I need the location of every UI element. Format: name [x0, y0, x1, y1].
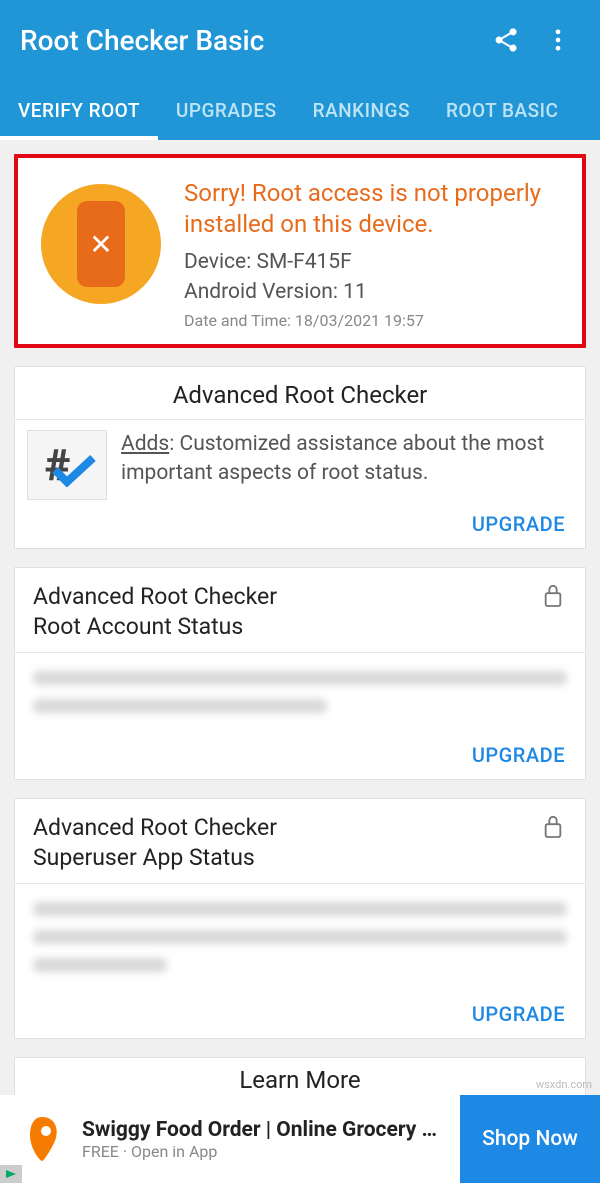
learn-more-label: Learn More: [239, 1058, 360, 1094]
app-title: Root Checker Basic: [20, 24, 476, 57]
advanced-checker-title: Advanced Root Checker: [15, 367, 585, 420]
tab-bar: VERIFY ROOT UPGRADES RANKINGS ROOT BASIC: [0, 80, 600, 140]
ad-text: Swiggy Food Order | Online Grocery … FRE…: [72, 1118, 460, 1161]
root-account-header: Advanced Root Checker Root Account Statu…: [15, 568, 585, 653]
ad-title: Swiggy Food Order | Online Grocery …: [82, 1118, 450, 1142]
content-area: ✕ Sorry! Root access is not properly ins…: [0, 140, 600, 1113]
ad-shop-now-button[interactable]: Shop Now: [460, 1095, 600, 1183]
app-bar: Root Checker Basic: [0, 0, 600, 80]
root-account-blurred: [15, 653, 585, 737]
superuser-blurred: [15, 884, 585, 996]
upgrade-button[interactable]: UPGRADE: [15, 506, 585, 548]
ad-logo-icon: [12, 1109, 72, 1169]
device-label: Device: SM-F415F: [184, 248, 562, 277]
more-icon[interactable]: [536, 18, 580, 62]
x-icon: ✕: [89, 228, 112, 261]
status-text: Sorry! Root access is not properly insta…: [184, 178, 562, 330]
advanced-checker-card: Advanced Root Checker # Adds: Customized…: [14, 366, 586, 549]
ad-subtitle: FREE · Open in App: [82, 1142, 450, 1161]
tab-root-basics[interactable]: ROOT BASIC: [428, 80, 576, 140]
hash-check-icon: #: [27, 430, 107, 500]
tab-upgrades[interactable]: UPGRADES: [158, 80, 295, 140]
ad-badge-icon[interactable]: [0, 1165, 22, 1183]
upgrade-button[interactable]: UPGRADE: [15, 996, 585, 1038]
learn-more-card[interactable]: Learn More: [14, 1057, 586, 1099]
tab-verify-root[interactable]: VERIFY ROOT: [0, 80, 158, 140]
advanced-checker-desc: Adds: Customized assistance about the mo…: [121, 430, 567, 500]
superuser-header: Advanced Root Checker Superuser App Stat…: [15, 799, 585, 884]
upgrade-button[interactable]: UPGRADE: [15, 737, 585, 779]
share-icon[interactable]: [484, 18, 528, 62]
datetime-label: Date and Time: 18/03/2021 19:57: [184, 311, 562, 330]
android-version-label: Android Version: 11: [184, 278, 562, 307]
superuser-title: Advanced Root Checker Superuser App Stat…: [33, 813, 539, 873]
root-account-title: Advanced Root Checker Root Account Statu…: [33, 582, 539, 642]
tab-rankings[interactable]: RANKINGS: [295, 80, 428, 140]
root-status-card: ✕ Sorry! Root access is not properly ins…: [14, 154, 586, 348]
ad-banner[interactable]: Swiggy Food Order | Online Grocery … FRE…: [0, 1095, 600, 1183]
status-circle-icon: ✕: [41, 184, 161, 304]
superuser-card: Advanced Root Checker Superuser App Stat…: [14, 798, 586, 1039]
root-account-card: Advanced Root Checker Root Account Statu…: [14, 567, 586, 780]
lock-icon: [539, 582, 567, 642]
status-message: Sorry! Root access is not properly insta…: [184, 178, 562, 240]
phone-icon: ✕: [77, 201, 125, 287]
watermark: wsxdn.com: [536, 1078, 592, 1091]
lock-icon: [539, 813, 567, 873]
status-icon-wrap: ✕: [36, 178, 166, 330]
advanced-checker-body: # Adds: Customized assistance about the …: [15, 420, 585, 506]
